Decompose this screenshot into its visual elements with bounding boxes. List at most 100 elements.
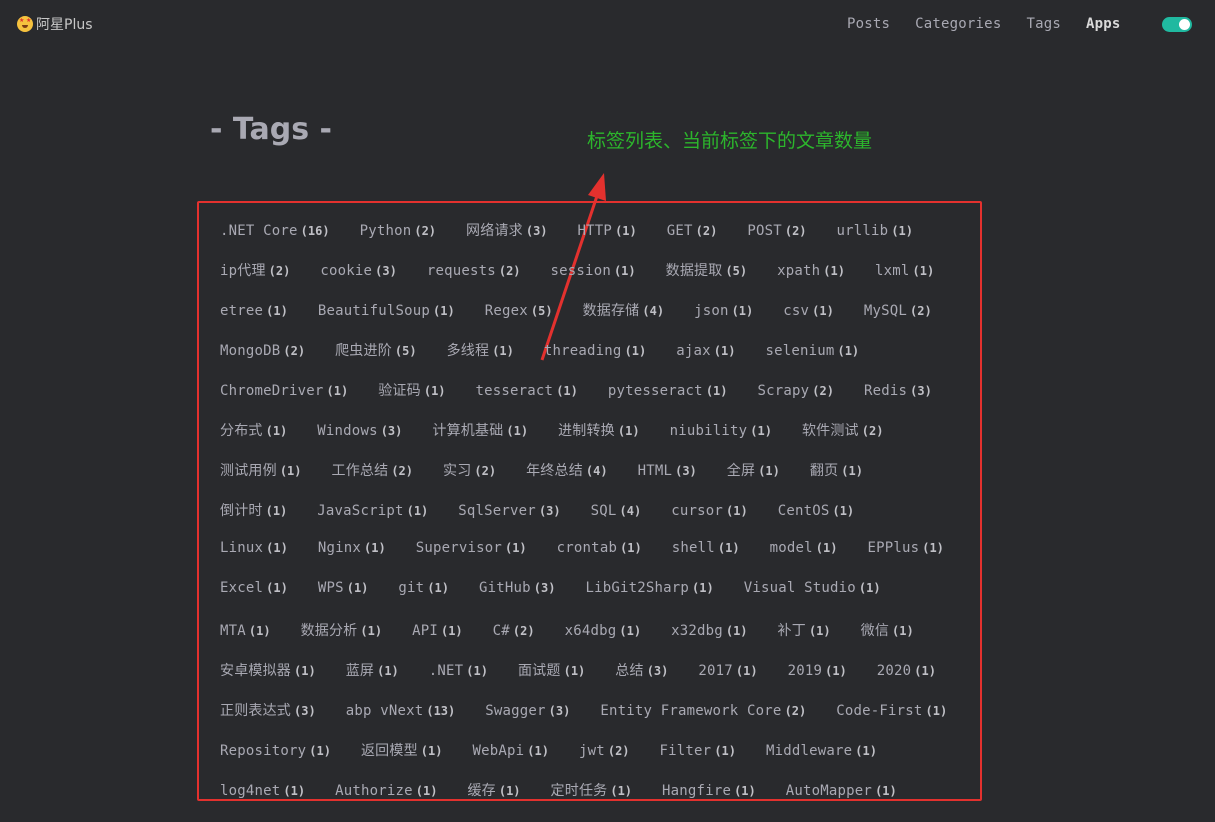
tag-link[interactable]: 测试用例 (1) <box>220 460 302 480</box>
tag-link[interactable]: x64dbg (1) <box>565 623 641 639</box>
tag-link[interactable]: WebApi (1) <box>472 743 548 759</box>
tag-link[interactable]: 进制转换 (1) <box>558 420 640 440</box>
tag-link[interactable]: 验证码 (1) <box>378 380 445 400</box>
tag-link[interactable]: etree (1) <box>220 303 288 319</box>
tag-link[interactable]: 年终总结 (4) <box>526 460 608 480</box>
tag-link[interactable]: MongoDB (2) <box>220 343 305 359</box>
tag-link[interactable]: 实习 (2) <box>443 460 496 480</box>
tag-link[interactable]: cookie (3) <box>320 263 396 279</box>
site-brand[interactable]: 阿星Plus <box>17 14 93 34</box>
tag-link[interactable]: 面试题 (1) <box>518 660 585 680</box>
nav-item-tags[interactable]: Tags <box>1026 16 1061 32</box>
tag-link[interactable]: Entity Framework Core (2) <box>600 703 806 719</box>
tag-link[interactable]: Scrapy (2) <box>758 383 834 399</box>
tag-link[interactable]: Code-First (1) <box>836 703 947 719</box>
tag-link[interactable]: abp vNext (13) <box>346 703 456 719</box>
tag-link[interactable]: niubility (1) <box>670 423 772 439</box>
tag-link[interactable]: JavaScript (1) <box>317 503 428 519</box>
tag-link[interactable]: 蓝屏 (1) <box>346 660 399 680</box>
nav-item-categories[interactable]: Categories <box>915 16 1001 32</box>
tag-link[interactable]: 倒计时 (1) <box>220 500 287 520</box>
tag-link[interactable]: Visual Studio (1) <box>744 580 881 596</box>
tag-link[interactable]: POST (2) <box>747 223 806 239</box>
tag-link[interactable]: selenium (1) <box>765 343 859 359</box>
tag-link[interactable]: Windows (3) <box>317 423 402 439</box>
tag-link[interactable]: HTML (3) <box>638 463 697 479</box>
nav-item-apps[interactable]: Apps <box>1086 16 1121 32</box>
tag-link[interactable]: 缓存 (1) <box>467 780 520 800</box>
tag-link[interactable]: threading (1) <box>544 343 646 359</box>
tag-link[interactable]: Swagger (3) <box>485 703 570 719</box>
tag-link[interactable]: 正则表达式 (3) <box>220 700 316 720</box>
tag-link[interactable]: model (1) <box>770 540 838 556</box>
tag-link[interactable]: Redis (3) <box>864 383 932 399</box>
tag-link[interactable]: EPPlus (1) <box>867 540 943 556</box>
tag-link[interactable]: C# (2) <box>493 623 535 639</box>
tag-link[interactable]: 工作总结 (2) <box>332 460 414 480</box>
tag-link[interactable]: Linux (1) <box>220 540 288 556</box>
tag-link[interactable]: .NET (1) <box>429 663 488 679</box>
tag-link[interactable]: API (1) <box>412 623 463 639</box>
tag-link[interactable]: 计算机基础 (1) <box>432 420 528 440</box>
tag-link[interactable]: json (1) <box>694 303 753 319</box>
tag-link[interactable]: BeautifulSoup (1) <box>318 303 455 319</box>
tag-link[interactable]: 爬虫进阶 (5) <box>335 340 417 360</box>
tag-link[interactable]: log4net (1) <box>220 783 305 799</box>
tag-link[interactable]: 分布式 (1) <box>220 420 287 440</box>
tag-link[interactable]: 2019 (1) <box>788 663 847 679</box>
tag-link[interactable]: urllib (1) <box>837 223 913 239</box>
tag-link[interactable]: SQL (4) <box>591 503 642 519</box>
tag-link[interactable]: 数据分析 (1) <box>301 620 383 640</box>
tag-link[interactable]: 总结 (3) <box>615 660 668 680</box>
tag-link[interactable]: 补丁 (1) <box>778 620 831 640</box>
tag-link[interactable]: jwt (2) <box>579 743 630 759</box>
tag-link[interactable]: SqlServer (3) <box>458 503 560 519</box>
tag-link[interactable]: CentOS (1) <box>778 503 854 519</box>
tag-link[interactable]: 2017 (1) <box>698 663 757 679</box>
tag-link[interactable]: LibGit2Sharp (1) <box>585 580 713 596</box>
tag-link[interactable]: AutoMapper (1) <box>786 783 897 799</box>
tag-link[interactable]: shell (1) <box>672 540 740 556</box>
tag-link[interactable]: git (1) <box>398 580 449 596</box>
nav-item-posts[interactable]: Posts <box>847 16 890 32</box>
tag-link[interactable]: Repository (1) <box>220 743 331 759</box>
tag-link[interactable]: 定时任务 (1) <box>551 780 633 800</box>
tag-link[interactable]: 2020 (1) <box>877 663 936 679</box>
tag-link[interactable]: 微信 (1) <box>861 620 914 640</box>
tag-link[interactable]: Python (2) <box>360 223 436 239</box>
tag-link[interactable]: 多线程 (1) <box>447 340 514 360</box>
tag-link[interactable]: ajax (1) <box>676 343 735 359</box>
tag-link[interactable]: GET (2) <box>667 223 718 239</box>
tag-link[interactable]: tesseract (1) <box>476 383 578 399</box>
tag-link[interactable]: Nginx (1) <box>318 540 386 556</box>
tag-link[interactable]: cursor (1) <box>671 503 747 519</box>
tag-link[interactable]: MySQL (2) <box>864 303 932 319</box>
tag-link[interactable]: requests (2) <box>427 263 521 279</box>
tag-link[interactable]: csv (1) <box>783 303 834 319</box>
tag-link[interactable]: Filter (1) <box>660 743 736 759</box>
tag-link[interactable]: WPS (1) <box>318 580 369 596</box>
tag-link[interactable]: 返回模型 (1) <box>361 740 443 760</box>
tag-link[interactable]: Hangfire (1) <box>662 783 756 799</box>
tag-link[interactable]: .NET Core (16) <box>220 223 330 239</box>
tag-link[interactable]: GitHub (3) <box>479 580 555 596</box>
tag-link[interactable]: HTTP (1) <box>578 223 637 239</box>
tag-link[interactable]: 数据存储 (4) <box>583 300 665 320</box>
tag-link[interactable]: 网络请求 (3) <box>466 220 548 240</box>
tag-link[interactable]: 翻页 (1) <box>810 460 863 480</box>
tag-link[interactable]: Excel (1) <box>220 580 288 596</box>
tag-link[interactable]: lxml (1) <box>875 263 934 279</box>
tag-link[interactable]: MTA (1) <box>220 623 271 639</box>
tag-link[interactable]: 安卓模拟器 (1) <box>220 660 316 680</box>
tag-link[interactable]: session (1) <box>551 263 636 279</box>
tag-link[interactable]: 软件测试 (2) <box>802 420 884 440</box>
tag-link[interactable]: 全屏 (1) <box>727 460 780 480</box>
tag-link[interactable]: xpath (1) <box>777 263 845 279</box>
tag-link[interactable]: ip代理 (2) <box>220 260 290 280</box>
tag-link[interactable]: pytesseract (1) <box>608 383 728 399</box>
tag-link[interactable]: ChromeDriver (1) <box>220 383 348 399</box>
tag-link[interactable]: Middleware (1) <box>766 743 877 759</box>
tag-link[interactable]: Authorize (1) <box>335 783 437 799</box>
tag-link[interactable]: Supervisor (1) <box>416 540 527 556</box>
tag-link[interactable]: Regex (5) <box>485 303 553 319</box>
